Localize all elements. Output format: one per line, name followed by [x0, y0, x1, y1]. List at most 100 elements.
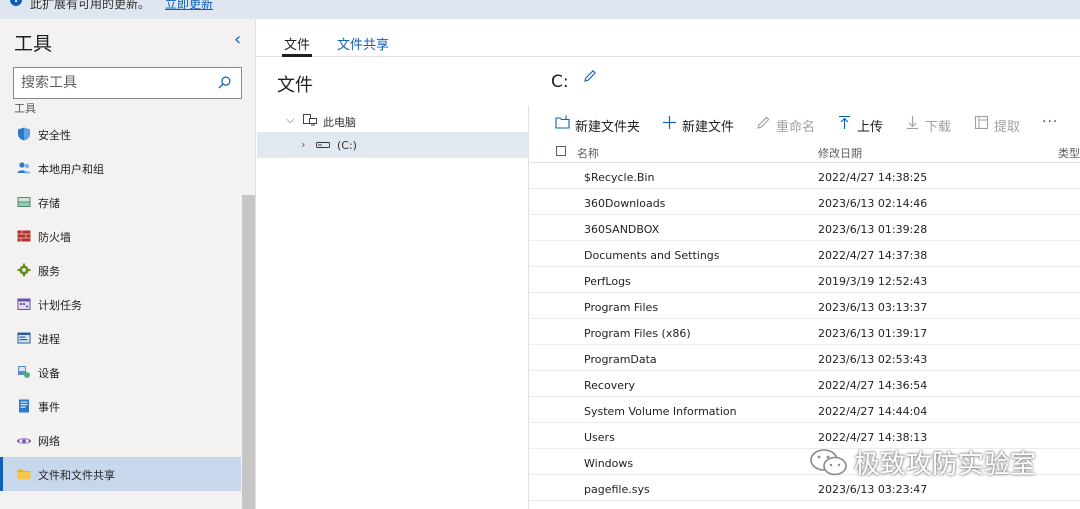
- plus-icon: [663, 116, 676, 129]
- sidebar-scrollbar[interactable]: [241, 107, 255, 509]
- file-modified: 2022/4/27 14:37:38: [818, 249, 928, 262]
- tree-title: 文件: [277, 75, 313, 96]
- file-name[interactable]: PerfLogs: [584, 275, 631, 288]
- column-header-type[interactable]: 类型: [1058, 145, 1080, 161]
- download-icon: [907, 116, 918, 130]
- current-path: C:: [551, 72, 569, 92]
- scrollbar-thumb[interactable]: [242, 195, 255, 509]
- table-row[interactable]: $Recycle.Bin 2022/4/27 14:38:25: [530, 163, 1080, 189]
- users-icon: [17, 162, 31, 174]
- tab-files[interactable]: 文件: [281, 34, 313, 57]
- file-modified: 2022/4/27 14:38:25: [818, 171, 928, 184]
- sidebar-item-label: 事件: [38, 401, 60, 414]
- table-row[interactable]: 360SANDBOX 2023/6/13 01:39:28: [530, 215, 1080, 241]
- tree-node-label: (C:): [337, 139, 357, 152]
- sidebar-item-services[interactable]: 服务: [0, 253, 241, 287]
- tree-node-c-drive[interactable]: › (C:): [257, 132, 529, 158]
- tree-node-this-pc[interactable]: ⌵ 此电脑: [257, 107, 529, 133]
- table-row[interactable]: Program Files 2023/6/13 03:13:37: [530, 293, 1080, 319]
- file-name[interactable]: Recovery: [584, 379, 635, 392]
- file-name[interactable]: ProgramData: [584, 353, 657, 366]
- file-name[interactable]: pagefile.sys: [584, 483, 650, 496]
- wechat-logo-icon: [810, 449, 847, 476]
- sidebar-item-scheduled-tasks[interactable]: 计划任务: [0, 287, 241, 321]
- file-name[interactable]: 360SANDBOX: [584, 223, 659, 236]
- file-modified: 2023/6/13 03:23:47: [818, 483, 928, 496]
- process-icon: [17, 332, 31, 344]
- table-row[interactable]: Program Files (x86) 2023/6/13 01:39:17: [530, 319, 1080, 345]
- event-icon: [19, 399, 29, 413]
- table-row[interactable]: Recovery 2022/4/27 14:36:54: [530, 371, 1080, 397]
- sidebar-item-storage[interactable]: 存储: [0, 185, 241, 219]
- file-modified: 2023/6/13 01:39:28: [818, 223, 928, 236]
- extract-icon: [974, 115, 989, 130]
- sidebar-item-processes[interactable]: 进程: [0, 321, 241, 355]
- chevron-right-icon[interactable]: ›: [301, 138, 305, 151]
- sidebar-title: 工具: [14, 33, 53, 55]
- select-all-checkbox[interactable]: [556, 146, 566, 156]
- network-icon: [17, 438, 31, 444]
- banner-message: 此扩展有可用的更新。: [30, 0, 151, 11]
- edit-path-icon[interactable]: [583, 69, 597, 83]
- shield-icon: [18, 127, 30, 141]
- file-name[interactable]: 360Downloads: [584, 197, 665, 210]
- chevron-down-icon[interactable]: ⌵: [286, 113, 294, 127]
- file-name[interactable]: Program Files (x86): [584, 327, 691, 340]
- sidebar-item-label: 防火墙: [38, 231, 71, 244]
- sidebar-item-events[interactable]: 事件: [0, 389, 241, 423]
- sidebar-item-network[interactable]: 网络: [0, 423, 241, 457]
- extract-label: 提取: [994, 120, 1021, 135]
- new-folder-icon: [555, 115, 570, 129]
- tab-bar: 文件 文件共享: [256, 19, 1080, 57]
- file-modified: 2023/6/13 03:13:37: [818, 301, 928, 314]
- table-row[interactable]: Documents and Settings 2022/4/27 14:37:3…: [530, 241, 1080, 267]
- file-name[interactable]: $Recycle.Bin: [584, 171, 654, 184]
- rename-label: 重命名: [776, 120, 816, 135]
- file-modified: 2023/6/13 02:14:46: [818, 197, 928, 210]
- tab-file-shares[interactable]: 文件共享: [337, 34, 389, 53]
- table-row[interactable]: ProgramData 2023/6/13 02:53:43: [530, 345, 1080, 371]
- file-modified: 2022/4/27 14:38:13: [818, 431, 928, 444]
- table-row[interactable]: System Volume Information 2022/4/27 14:4…: [530, 397, 1080, 423]
- file-name[interactable]: Users: [584, 431, 615, 444]
- file-grid-header: 名称 修改日期 类型: [530, 139, 1080, 163]
- folder-tree: ⌵ 此电脑 › (C:): [257, 106, 529, 509]
- file-modified: 2022/4/27 14:44:04: [818, 405, 928, 418]
- update-now-link[interactable]: 立即更新: [165, 0, 213, 12]
- table-row[interactable]: 360Downloads 2023/6/13 02:14:46: [530, 189, 1080, 215]
- tools-search-box[interactable]: [13, 67, 242, 99]
- pencil-icon: [757, 116, 770, 129]
- firewall-icon: [17, 230, 31, 242]
- search-icon[interactable]: [218, 76, 231, 89]
- sidebar-item-security[interactable]: 安全性: [0, 117, 241, 151]
- column-header-name[interactable]: 名称: [577, 145, 599, 161]
- more-actions-button[interactable]: ···: [1042, 114, 1058, 134]
- sidebar-item-label: 设备: [38, 367, 60, 380]
- search-input[interactable]: [14, 68, 204, 98]
- file-name[interactable]: System Volume Information: [584, 405, 737, 418]
- new-folder-label: 新建文件夹: [575, 120, 641, 135]
- sidebar-item-label: 服务: [38, 265, 60, 278]
- tree-node-label: 此电脑: [323, 116, 356, 129]
- sidebar-item-local-users[interactable]: 本地用户和组: [0, 151, 241, 185]
- sidebar-item-label: 进程: [38, 333, 60, 346]
- file-modified: 2022/4/27 14:36:54: [818, 379, 928, 392]
- info-icon: i: [10, 0, 22, 6]
- sidebar-item-devices[interactable]: 设备: [0, 355, 241, 389]
- drive-icon: [316, 142, 330, 148]
- tools-section-label: 工具: [14, 102, 36, 115]
- sidebar-item-label: 存储: [38, 197, 60, 210]
- tools-sidebar: 工具 ‹ 工具 安全性 本地用户和组: [0, 19, 256, 509]
- table-row[interactable]: PerfLogs 2019/3/19 12:52:43: [530, 267, 1080, 293]
- file-name[interactable]: Windows: [584, 457, 633, 470]
- file-name[interactable]: Documents and Settings: [584, 249, 720, 262]
- file-name[interactable]: Program Files: [584, 301, 658, 314]
- folder-icon: [17, 469, 31, 479]
- collapse-sidebar-icon[interactable]: ‹: [234, 29, 241, 50]
- column-header-modified[interactable]: 修改日期: [818, 145, 862, 161]
- sidebar-item-firewall[interactable]: 防火墙: [0, 219, 241, 253]
- sidebar-item-files-and-sharing[interactable]: 文件和文件共享: [0, 457, 241, 491]
- file-modified: 2023/6/13 01:39:17: [818, 327, 928, 340]
- storage-icon: [17, 197, 31, 207]
- upload-label: 上传: [857, 120, 884, 135]
